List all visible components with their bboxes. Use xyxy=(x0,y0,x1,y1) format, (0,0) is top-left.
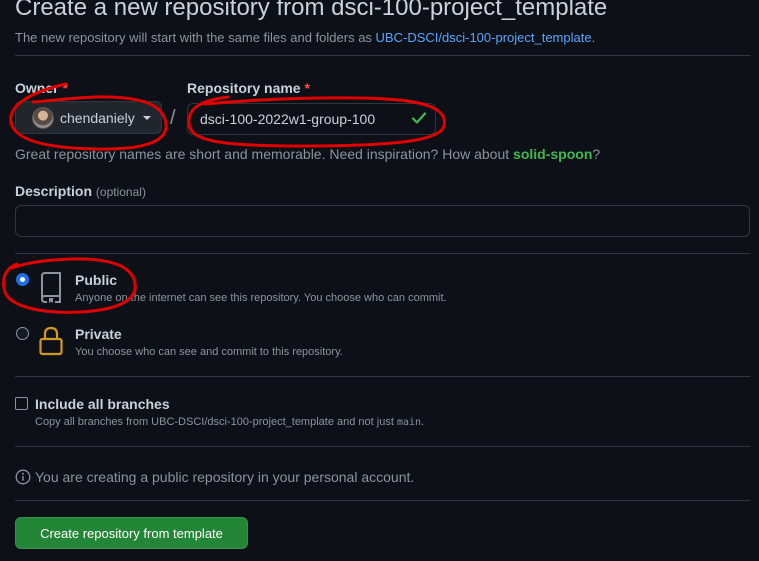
owner-annotation xyxy=(9,82,168,151)
annotation-overlay xyxy=(2,82,446,314)
repo-name-annotation xyxy=(187,95,446,148)
public-annotation xyxy=(2,257,137,314)
